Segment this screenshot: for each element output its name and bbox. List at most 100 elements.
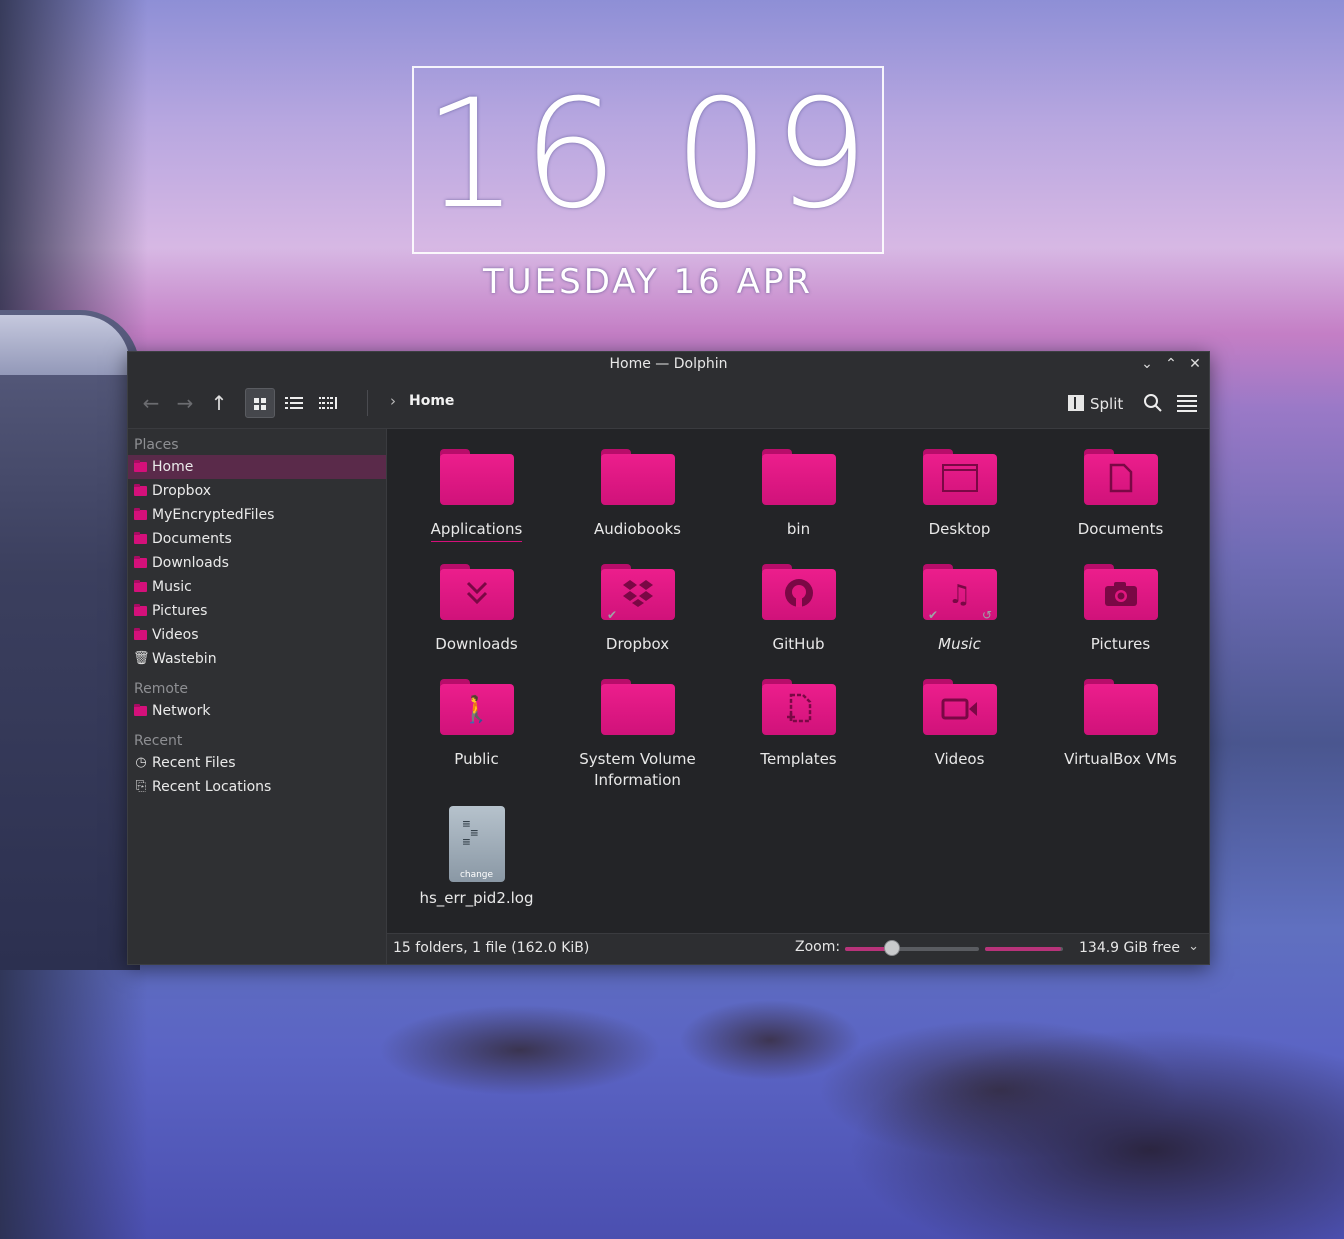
file-item-label: VirtualBox VMs: [1064, 750, 1177, 768]
file-item-system-volume-information[interactable]: System Volume Information: [557, 679, 718, 791]
split-view-icon: [1068, 395, 1084, 411]
file-item-label: Pictures: [1090, 635, 1151, 653]
file-item-label: hs_err_pid2.log: [419, 889, 534, 907]
home-folder-icon: [134, 460, 147, 472]
downloads-folder-icon: [134, 556, 147, 568]
sidebar-item-label: Videos: [152, 627, 199, 643]
sidebar-item-network[interactable]: Network: [128, 699, 386, 723]
clock-time: 16 09: [423, 68, 873, 242]
status-summary: 15 folders, 1 file (162.0 KiB): [393, 940, 590, 956]
file-item-downloads[interactable]: Downloads: [396, 564, 557, 655]
file-view[interactable]: Applications Audiobooks bin Desktop Docu…: [387, 429, 1209, 934]
file-item-music[interactable]: ♫ ✔ ↺ Music: [879, 564, 1040, 655]
desktop-folder-icon: [922, 449, 997, 505]
toolbar-separator: [367, 390, 368, 416]
close-button[interactable]: ✕: [1186, 355, 1204, 373]
file-item-label: Templates: [760, 750, 837, 768]
zoom-slider-handle[interactable]: [883, 940, 900, 956]
compact-view-button[interactable]: [313, 388, 343, 418]
search-button[interactable]: [1138, 388, 1168, 418]
zoom-label: Zoom:: [795, 939, 841, 955]
sidebar-item-label: Pictures: [152, 603, 208, 619]
sidebar-item-label: MyEncryptedFiles: [152, 507, 275, 523]
sidebar-item-home[interactable]: Home: [128, 455, 386, 479]
folder-icon: [600, 449, 675, 505]
breadcrumb-home[interactable]: Home: [409, 393, 454, 409]
file-item-bin[interactable]: bin: [718, 449, 879, 540]
chevron-down-icon[interactable]: ⌄: [1188, 939, 1199, 954]
videos-folder-icon: [922, 679, 997, 735]
encrypted-folder-icon: [134, 508, 147, 520]
file-item-label: Desktop: [928, 520, 991, 538]
sidebar-item-wastebin[interactable]: 🗑 Wastebin: [128, 647, 386, 671]
file-item-audiobooks[interactable]: Audiobooks: [557, 449, 718, 540]
file-item-label: System Volume Information: [579, 750, 696, 789]
documents-folder-icon: [134, 532, 147, 544]
minimize-button[interactable]: ⌄: [1138, 355, 1156, 373]
network-folder-icon: [134, 704, 147, 716]
file-item-label: Videos: [934, 750, 985, 768]
file-item-virtualbox-vms[interactable]: VirtualBox VMs: [1040, 679, 1201, 770]
recent-header: Recent: [134, 733, 183, 749]
file-item-label: Audiobooks: [593, 520, 681, 538]
file-item-label: bin: [786, 520, 811, 538]
compact-view-icon: [319, 397, 337, 409]
file-item-github[interactable]: GitHub: [718, 564, 879, 655]
sidebar-item-videos[interactable]: Videos: [128, 623, 386, 647]
up-button[interactable]: ↑: [204, 388, 234, 418]
file-item-label: Downloads: [435, 635, 518, 653]
details-view-button[interactable]: [279, 388, 309, 418]
sidebar-item-documents[interactable]: Documents: [128, 527, 386, 551]
free-space-label[interactable]: 134.9 GiB free: [1079, 940, 1180, 956]
forward-button[interactable]: →: [170, 388, 200, 418]
arrow-left-icon: ←: [142, 391, 160, 415]
pictures-folder-icon: [1083, 564, 1158, 620]
sidebar-item-music[interactable]: Music: [128, 575, 386, 599]
file-item-templates[interactable]: Templates: [718, 679, 879, 770]
file-item-label: GitHub: [772, 635, 825, 653]
wallpaper-rock: [0, 310, 140, 970]
sidebar-item-downloads[interactable]: Downloads: [128, 551, 386, 575]
window-title: Home — Dolphin: [609, 356, 728, 372]
title-bar[interactable]: Home — Dolphin ⌄ ⌃ ✕: [128, 352, 1209, 378]
toolbar: ← → ↑ › Home Split: [128, 378, 1209, 429]
dropbox-folder-icon: [134, 484, 147, 496]
folder-icon: [761, 449, 836, 505]
sidebar-item-recent-files[interactable]: ◷ Recent Files: [128, 751, 386, 775]
sidebar-item-label: Home: [152, 459, 194, 475]
sidebar-item-label: Documents: [152, 531, 232, 547]
recent-locations-icon: ⎘: [135, 779, 147, 794]
folder-icon: [600, 679, 675, 735]
file-item-dropbox[interactable]: ✔ Dropbox: [557, 564, 718, 655]
file-item-pictures[interactable]: Pictures: [1040, 564, 1201, 655]
pictures-folder-icon: [134, 604, 147, 616]
arrow-right-icon: →: [176, 391, 194, 415]
disk-space-fill: [985, 947, 1062, 951]
sidebar-item-recent-locations[interactable]: ⎘ Recent Locations: [128, 775, 386, 799]
templates-folder-icon: [761, 679, 836, 735]
music-folder-icon: [134, 580, 147, 592]
sidebar-item-label: Recent Locations: [152, 779, 272, 795]
folder-icon: [439, 449, 514, 505]
sidebar-item-pictures[interactable]: Pictures: [128, 599, 386, 623]
file-item-public[interactable]: 🚶 Public: [396, 679, 557, 770]
sidebar-item-dropbox[interactable]: Dropbox: [128, 479, 386, 503]
file-item-hs-err-log[interactable]: ≡ ≡ ≡ change hs_err_pid2.log: [396, 806, 557, 909]
file-item-videos[interactable]: Videos: [879, 679, 1040, 770]
file-item-label: Applications: [430, 519, 523, 542]
breadcrumb-chevron-icon: ›: [390, 392, 396, 410]
split-button[interactable]: Split: [1068, 390, 1123, 418]
icons-view-button[interactable]: [245, 388, 275, 418]
zoom-slider[interactable]: [845, 940, 979, 956]
file-item-desktop[interactable]: Desktop: [879, 449, 1040, 540]
maximize-button[interactable]: ⌃: [1162, 355, 1180, 373]
menu-button[interactable]: [1172, 388, 1202, 418]
grid-view-icon: [254, 398, 266, 410]
dolphin-window: Home — Dolphin ⌄ ⌃ ✕ ← → ↑ › Home Split …: [127, 351, 1210, 965]
file-item-applications[interactable]: Applications: [396, 449, 557, 542]
clock-date: TUESDAY 16 APR: [483, 262, 813, 302]
file-item-documents[interactable]: Documents: [1040, 449, 1201, 540]
sidebar-item-myencryptedfiles[interactable]: MyEncryptedFiles: [128, 503, 386, 527]
sidebar-item-label: Dropbox: [152, 483, 211, 499]
back-button[interactable]: ←: [136, 388, 166, 418]
